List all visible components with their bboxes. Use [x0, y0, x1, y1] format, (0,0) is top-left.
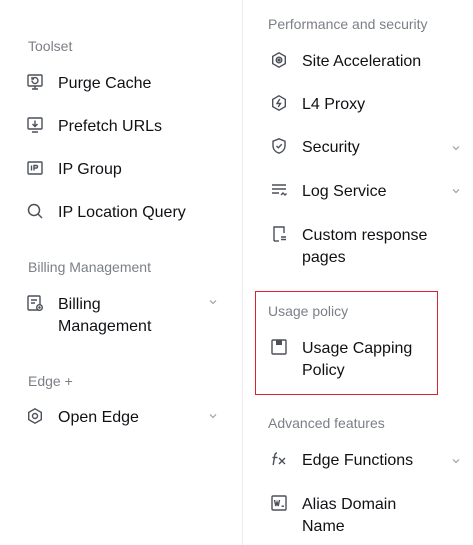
menu-item-label: IP Group	[58, 161, 122, 178]
menu-item-prefetch-urls[interactable]: Prefetch URLs	[26, 116, 162, 138]
log-service-icon	[270, 181, 288, 199]
billing-section-title: Billing Management	[28, 259, 151, 275]
menu-item-ip-group[interactable]: IP Group	[26, 159, 122, 181]
label-line-1: Usage Capping	[302, 340, 413, 357]
billing-icon	[26, 294, 44, 312]
menu-item-billing-management[interactable]: Billing Management	[26, 294, 151, 338]
label-line-2: Name	[302, 518, 345, 535]
label-line-1: Billing	[58, 296, 101, 313]
label-line-2: Policy	[302, 362, 345, 379]
menu-item-label: Site Acceleration	[302, 53, 422, 70]
menu-item-label: Alias Domain Name	[302, 494, 396, 538]
menu-item-security[interactable]: Security	[270, 137, 360, 159]
menu-item-usage-capping-policy[interactable]: Usage Capping Policy	[270, 338, 412, 382]
usage-capping-icon	[270, 338, 288, 356]
menu-item-edge-functions[interactable]: Edge Functions	[270, 450, 413, 472]
chevron-down-icon[interactable]	[451, 143, 461, 153]
fx-icon	[270, 450, 288, 468]
menu-item-ip-location-query[interactable]: IP Location Query	[26, 202, 186, 224]
alias-domain-icon	[270, 494, 288, 512]
purge-cache-icon	[26, 73, 44, 91]
menu-item-label: L4 Proxy	[302, 96, 366, 113]
menu-item-log-service[interactable]: Log Service	[270, 181, 387, 203]
l4-proxy-icon	[270, 94, 288, 112]
menu-item-purge-cache[interactable]: Purge Cache	[26, 73, 151, 95]
chevron-down-icon[interactable]	[208, 297, 218, 307]
menu-item-label: Usage Capping Policy	[302, 338, 412, 382]
chevron-down-icon[interactable]	[208, 411, 218, 421]
label-line-1: Custom response	[302, 227, 428, 244]
menu-item-label: Edge Functions	[302, 452, 414, 469]
usage-policy-section-title: Usage policy	[268, 303, 349, 319]
menu-item-l4-proxy[interactable]: L4 Proxy	[270, 94, 365, 116]
advanced-section-title: Advanced features	[268, 415, 385, 431]
edge-section-title: Edge +	[28, 373, 73, 389]
column-divider	[242, 0, 243, 545]
menu-item-label: Open Edge	[58, 409, 139, 426]
menu-item-label: Prefetch URLs	[58, 118, 163, 135]
label-line-2: Management	[58, 318, 152, 335]
menu-item-site-acceleration[interactable]: Site Acceleration	[270, 51, 421, 73]
menu-item-alias-domain-name[interactable]: Alias Domain Name	[270, 494, 396, 538]
site-acceleration-icon	[270, 51, 288, 69]
search-icon	[26, 202, 44, 220]
toolset-section-title: Toolset	[28, 38, 73, 54]
chevron-down-icon[interactable]	[451, 186, 461, 196]
menu-item-open-edge[interactable]: Open Edge	[26, 407, 139, 429]
menu-item-label: IP Location Query	[58, 204, 186, 221]
menu-item-custom-response-pages[interactable]: Custom response pages	[270, 225, 427, 269]
label-line-1: Alias Domain	[302, 496, 397, 513]
menu-item-label: Log Service	[302, 183, 387, 200]
ip-group-icon	[26, 159, 44, 177]
shield-icon	[270, 137, 288, 155]
performance-section-title: Performance and security	[268, 16, 428, 32]
label-line-2: pages	[302, 249, 346, 266]
menu-item-label: Billing Management	[58, 294, 151, 338]
custom-pages-icon	[270, 225, 288, 243]
open-edge-icon	[26, 407, 44, 425]
menu-item-label: Security	[302, 139, 360, 156]
menu-item-label: Custom response pages	[302, 225, 427, 269]
prefetch-icon	[26, 116, 44, 134]
menu-item-label: Purge Cache	[58, 75, 152, 92]
chevron-down-icon[interactable]	[451, 456, 461, 466]
